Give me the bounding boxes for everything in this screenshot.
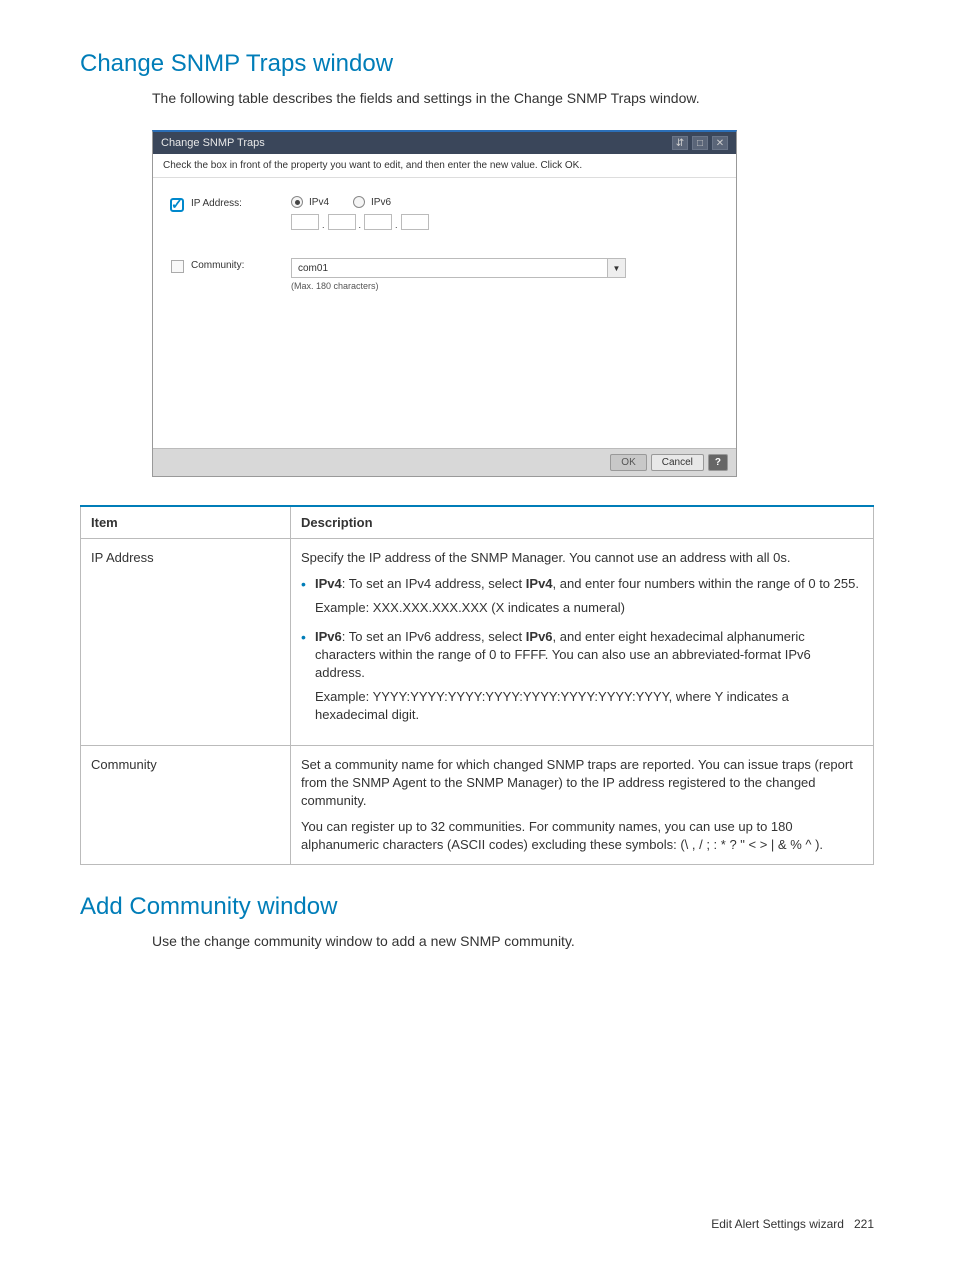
footer-label: Edit Alert Settings wizard — [711, 1217, 844, 1231]
intro-text: The following table describes the fields… — [152, 90, 874, 106]
desc-community-p2: You can register up to 32 communities. F… — [301, 818, 863, 854]
desc-ip-ipv4: IPv4: To set an IPv4 address, select IPv… — [301, 575, 863, 617]
ip-segment-3[interactable] — [364, 214, 392, 230]
cell-item-ip: IP Address — [81, 539, 291, 746]
form-row-community: Community: com01 ▼ (Max. 180 characters) — [163, 258, 726, 291]
section-heading-add-community: Add Community window — [80, 893, 874, 921]
desc-ip-ipv6-example: Example: YYYY:YYYY:YYYY:YYYY:YYYY:YYYY:Y… — [315, 688, 863, 724]
window-close-icon[interactable]: ✕ — [712, 136, 728, 150]
dialog-change-snmp-traps: Change SNMP Traps ⇵ □ ✕ Check the box in… — [152, 130, 737, 477]
window-restore-icon[interactable]: ⇵ — [672, 136, 688, 150]
ip-segment-4[interactable] — [401, 214, 429, 230]
ip-segment-1[interactable] — [291, 214, 319, 230]
ip-segment-2[interactable] — [328, 214, 356, 230]
th-description: Description — [291, 506, 874, 539]
form-row-ip: IP Address: IPv4 IPv6 . . . — [163, 196, 726, 230]
cell-item-community: Community — [81, 745, 291, 865]
cancel-button[interactable]: Cancel — [651, 454, 704, 471]
section-heading-change-snmp: Change SNMP Traps window — [80, 50, 874, 78]
checkbox-ip-address[interactable] — [170, 198, 184, 212]
label-ip-address: IP Address: — [191, 196, 291, 209]
community-hint: (Max. 180 characters) — [291, 281, 726, 291]
checkbox-community[interactable] — [171, 260, 184, 273]
description-table: Item Description IP Address Specify the … — [80, 505, 874, 865]
dialog-titlebar: Change SNMP Traps ⇵ □ ✕ — [153, 132, 736, 154]
radio-ipv6[interactable]: IPv6 — [353, 196, 391, 208]
radio-ipv4-circle — [291, 196, 303, 208]
radio-ipv6-label: IPv6 — [371, 197, 391, 208]
radio-ipv4[interactable]: IPv4 — [291, 196, 329, 208]
page-footer: Edit Alert Settings wizard 221 — [711, 1217, 874, 1231]
cell-desc-ip: Specify the IP address of the SNMP Manag… — [291, 539, 874, 746]
cell-desc-community: Set a community name for which changed S… — [291, 745, 874, 865]
dropdown-community[interactable]: com01 ▼ — [291, 258, 626, 278]
desc-ip-ipv6: IPv6: To set an IPv6 address, select IPv… — [301, 628, 863, 725]
radio-ipv6-circle — [353, 196, 365, 208]
desc-community-p1: Set a community name for which changed S… — [301, 756, 863, 811]
label-community: Community: — [191, 258, 291, 271]
dialog-instruction: Check the box in front of the property y… — [153, 154, 736, 178]
dialog-footer: OK Cancel ? — [153, 448, 736, 476]
radio-ipv4-label: IPv4 — [309, 197, 329, 208]
dialog-title: Change SNMP Traps — [161, 137, 265, 149]
dialog-body: IP Address: IPv4 IPv6 . . . — [153, 178, 736, 448]
dropdown-community-value: com01 — [292, 263, 607, 274]
help-button[interactable]: ? — [708, 454, 728, 471]
table-row: Community Set a community name for which… — [81, 745, 874, 865]
th-item: Item — [81, 506, 291, 539]
intro-text-add-community: Use the change community window to add a… — [152, 933, 874, 949]
ok-button[interactable]: OK — [610, 454, 646, 471]
window-maximize-icon[interactable]: □ — [692, 136, 708, 150]
chevron-down-icon: ▼ — [607, 259, 625, 277]
desc-ip-ipv4-example: Example: XXX.XXX.XXX.XXX (X indicates a … — [315, 599, 863, 617]
footer-page-number: 221 — [854, 1217, 874, 1231]
table-row: IP Address Specify the IP address of the… — [81, 539, 874, 746]
desc-ip-intro: Specify the IP address of the SNMP Manag… — [301, 549, 863, 567]
